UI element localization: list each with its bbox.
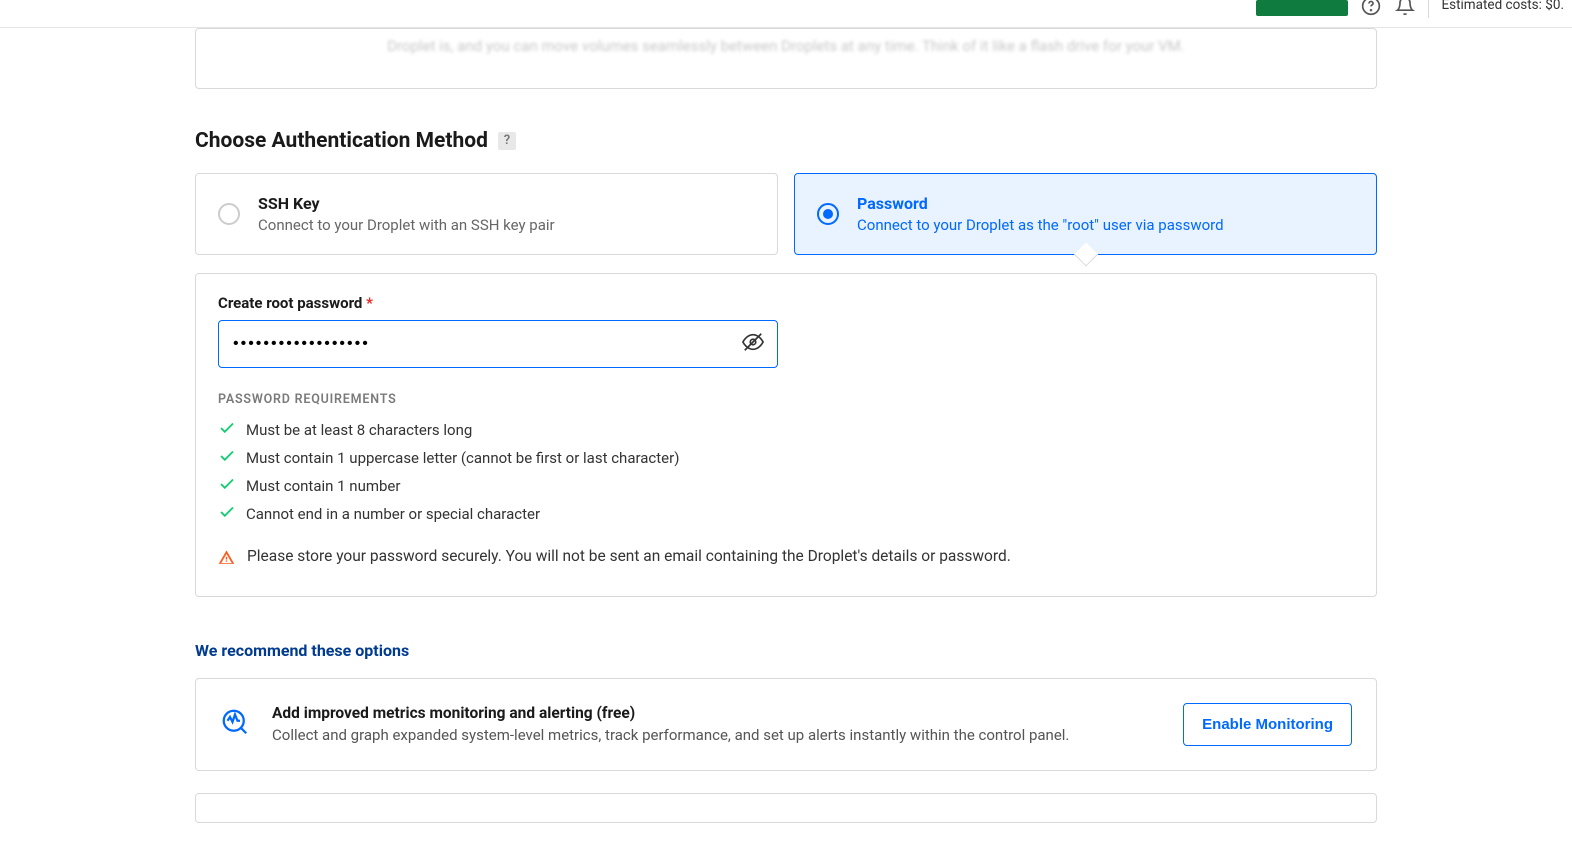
check-icon	[218, 447, 236, 469]
divider	[1428, 0, 1429, 18]
warning-icon	[218, 549, 235, 570]
password-requirement: Must be at least 8 characters long	[218, 419, 1354, 441]
check-icon	[218, 475, 236, 497]
check-icon	[218, 503, 236, 525]
password-requirement: Cannot end in a number or special charac…	[218, 503, 1354, 525]
estimated-costs: Estimated costs: $0.	[1441, 0, 1564, 13]
monitoring-title: Add improved metrics monitoring and aler…	[272, 704, 1161, 722]
password-warning: Please store your password securely. You…	[218, 547, 1354, 570]
password-requirements-heading: PASSWORD REQUIREMENTS	[218, 392, 1354, 407]
monitoring-desc: Collect and graph expanded system-level …	[272, 726, 1161, 744]
recommend-heading: We recommend these options	[195, 641, 1377, 660]
toggle-password-visibility-icon[interactable]	[742, 331, 764, 357]
password-desc: Connect to your Droplet as the "root" us…	[857, 216, 1224, 234]
auth-help-badge[interactable]: ?	[498, 132, 516, 150]
password-label-text: Create root password	[218, 294, 362, 312]
ssh-desc: Connect to your Droplet with an SSH key …	[258, 216, 555, 234]
ssh-title: SSH Key	[258, 194, 555, 213]
monitoring-option-card: Add improved metrics monitoring and aler…	[195, 678, 1377, 771]
password-requirement: Must contain 1 uppercase letter (cannot …	[218, 447, 1354, 469]
radio-ssh[interactable]	[218, 203, 240, 225]
auth-option-password[interactable]: Password Connect to your Droplet as the …	[794, 173, 1377, 255]
storage-description-box: Droplet is, and you can move volumes sea…	[195, 28, 1377, 89]
check-icon	[218, 419, 236, 441]
radio-password[interactable]	[817, 203, 839, 225]
requirement-text: Must contain 1 uppercase letter (cannot …	[246, 449, 679, 467]
required-star: *	[366, 294, 373, 312]
requirement-text: Cannot end in a number or special charac…	[246, 505, 540, 523]
create-button[interactable]	[1256, 0, 1348, 16]
help-icon[interactable]	[1360, 0, 1382, 18]
enable-monitoring-button[interactable]: Enable Monitoring	[1183, 703, 1352, 746]
password-panel: Create root password * PASSWORD REQUIREM…	[195, 273, 1377, 597]
password-requirement: Must contain 1 number	[218, 475, 1354, 497]
auth-section-heading: Choose Authentication Method ?	[195, 129, 1377, 153]
storage-cutoff-text: Droplet is, and you can move volumes sea…	[387, 37, 1184, 55]
password-field-label: Create root password *	[218, 294, 1354, 312]
password-requirements-list: Must be at least 8 characters long Must …	[218, 419, 1354, 525]
root-password-input[interactable]	[218, 320, 778, 368]
monitoring-icon	[220, 707, 250, 741]
requirement-text: Must contain 1 number	[246, 477, 400, 495]
password-title: Password	[857, 194, 1224, 213]
requirement-text: Must be at least 8 characters long	[246, 421, 472, 439]
notification-icon[interactable]	[1394, 0, 1416, 18]
warning-text: Please store your password securely. You…	[247, 547, 1011, 565]
auth-option-ssh[interactable]: SSH Key Connect to your Droplet with an …	[195, 173, 778, 255]
auth-heading-text: Choose Authentication Method	[195, 129, 488, 153]
next-option-card	[195, 793, 1377, 823]
